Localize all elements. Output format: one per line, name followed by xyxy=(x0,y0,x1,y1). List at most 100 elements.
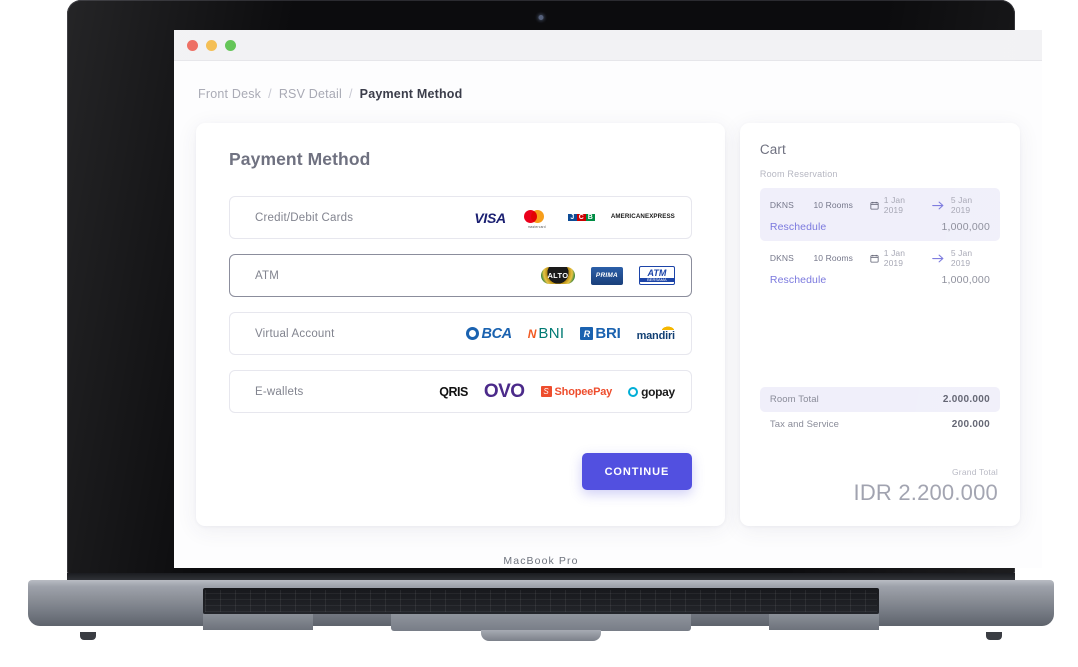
tax-and-service-label: Tax and Service xyxy=(769,419,839,430)
cart-item-code: DKNS xyxy=(769,200,794,210)
cart-item-rooms: 10 Rooms xyxy=(813,253,854,263)
arrow-right-icon xyxy=(932,201,944,210)
cart-item-end-date: 5 Jan 2019 xyxy=(950,195,973,215)
bni-mark: N xyxy=(527,326,537,341)
bni-icon: N BNI xyxy=(528,325,565,342)
calendar-icon xyxy=(870,254,879,263)
payment-option-label: Virtual Account xyxy=(255,327,335,340)
payment-option-label: E-wallets xyxy=(255,385,304,398)
page-columns: Payment Method Credit/Debit Cards VISA m… xyxy=(196,123,1020,526)
shopeepay-wordmark: ShopeePay xyxy=(554,385,613,398)
room-total-label: Room Total xyxy=(769,394,819,405)
ovo-icon: OVO xyxy=(483,380,525,402)
bri-icon: R BRI xyxy=(580,325,621,342)
payment-option-logos: QRIS OVO S ShopeePay gopay xyxy=(439,381,675,403)
amex-line-1: AMERICAN xyxy=(610,213,645,221)
continue-button[interactable]: CONTINUE xyxy=(581,453,692,490)
webcam-icon xyxy=(538,15,544,20)
reschedule-link[interactable]: Reschedule xyxy=(770,274,826,286)
bri-wordmark: BRI xyxy=(595,325,621,342)
prima-icon: PRIMA xyxy=(590,266,623,285)
breadcrumb-separator: / xyxy=(348,87,353,101)
payment-option-virtual-account[interactable]: Virtual Account BCA N BNI R BRI mandiri xyxy=(229,312,692,355)
breadcrumb-separator: / xyxy=(268,87,272,101)
room-total-value: 2.000.000 xyxy=(942,394,990,405)
gopay-wordmark: gopay xyxy=(641,384,675,399)
qris-icon: QRIS xyxy=(439,384,468,399)
mastercard-wordmark: mastercard xyxy=(527,224,546,229)
cart-item-start-date: 1 Jan 2019 xyxy=(883,195,906,215)
breadcrumb-item-rsv-detail[interactable]: RSV Detail xyxy=(279,87,342,101)
mandiri-icon: mandiri xyxy=(636,324,678,342)
laptop-base xyxy=(28,573,1054,641)
payment-option-e-wallets[interactable]: E-wallets QRIS OVO S ShopeePay gopay xyxy=(229,370,692,413)
jcb-letter-j: J xyxy=(567,214,577,221)
alto-icon: ALTO xyxy=(540,267,575,284)
shopeepay-icon: S ShopeePay xyxy=(540,385,613,398)
bca-icon: BCA xyxy=(465,325,513,342)
cart-item-footer: Reschedule 1,000,000 xyxy=(770,221,990,233)
payment-option-logos: BCA N BNI R BRI mandiri xyxy=(465,324,678,342)
cart-section-label: Room Reservation xyxy=(759,169,838,179)
gopay-icon: gopay xyxy=(628,385,675,399)
grand-total-value: IDR 2.200.000 xyxy=(853,480,998,505)
reschedule-link[interactable]: Reschedule xyxy=(770,221,826,233)
bni-wordmark: BNI xyxy=(538,325,565,342)
screenshot-stage: Front Desk / RSV Detail / Payment Method… xyxy=(0,0,1078,667)
atm-bersama-sub: BERSAMA xyxy=(639,278,674,282)
palmrest-left xyxy=(203,614,313,630)
jcb-letter-c: C xyxy=(576,214,586,221)
cart-item-code: DKNS xyxy=(769,253,794,263)
device-label: MacBook Pro xyxy=(503,555,579,567)
laptop-screen: Front Desk / RSV Detail / Payment Method… xyxy=(174,30,1042,568)
page-title: Payment Method xyxy=(229,149,371,169)
cart-item[interactable]: DKNS 10 Rooms 1 Jan 2019 5 Jan 2019 Resc… xyxy=(760,241,1000,294)
payment-option-label: ATM xyxy=(255,269,280,282)
payment-option-logos: VISA mastercard J C B AMERICAN EXPRESS xyxy=(474,208,675,229)
tax-and-service-value: 200.000 xyxy=(951,419,990,430)
laptop-foot-right xyxy=(986,632,1002,640)
cart-title: Cart xyxy=(759,142,786,157)
mandiri-wordmark: mandiri xyxy=(636,330,676,342)
cart-item-rooms: 10 Rooms xyxy=(813,200,854,210)
cart-item-start-date: 1 Jan 2019 xyxy=(883,248,906,268)
payment-option-logos: ALTO PRIMA ATM BERSAMA xyxy=(540,266,675,285)
keyboard xyxy=(203,588,879,614)
cart-item-meta: DKNS 10 Rooms 1 Jan 2019 5 Jan 2019 xyxy=(770,248,990,268)
room-total-row: Room Total 2.000.000 xyxy=(759,387,1000,412)
shopeepay-mark: S xyxy=(540,386,552,397)
cart-panel: Cart Room Reservation DKNS 10 Rooms 1 Ja… xyxy=(739,123,1020,526)
trackpad xyxy=(391,614,691,631)
atm-bersama-icon: ATM BERSAMA xyxy=(638,266,675,285)
palmrest-right xyxy=(769,614,879,630)
window-titlebar xyxy=(174,30,1042,61)
window-close-button[interactable] xyxy=(187,39,198,51)
panel-actions: CONTINUE xyxy=(229,453,692,490)
laptop-body xyxy=(28,580,1054,641)
breadcrumb-item-payment-method: Payment Method xyxy=(359,87,463,101)
amex-line-2: EXPRESS xyxy=(644,213,675,221)
breadcrumb-item-front-desk[interactable]: Front Desk xyxy=(198,87,261,101)
cart-item-end-date: 5 Jan 2019 xyxy=(950,248,973,268)
lid-notch xyxy=(481,630,601,641)
cart-item-meta: DKNS 10 Rooms 1 Jan 2019 5 Jan 2019 xyxy=(770,195,990,215)
american-express-icon: AMERICAN EXPRESS xyxy=(611,214,675,221)
payment-method-panel: Payment Method Credit/Debit Cards VISA m… xyxy=(196,123,725,526)
calendar-icon xyxy=(870,201,879,210)
payment-option-atm[interactable]: ATM ALTO PRIMA ATM BERSAMA xyxy=(229,254,692,297)
cart-item-footer: Reschedule 1,000,000 xyxy=(770,274,990,286)
cart-spacer xyxy=(760,294,1000,387)
visa-icon: VISA xyxy=(474,209,506,226)
breadcrumb: Front Desk / RSV Detail / Payment Method xyxy=(196,87,1020,101)
window-minimize-button[interactable] xyxy=(206,39,217,51)
window-maximize-button[interactable] xyxy=(225,39,236,51)
cart-item-price: 1,000,000 xyxy=(941,221,990,233)
bca-wordmark: BCA xyxy=(481,325,513,342)
jcb-icon: J C B xyxy=(567,208,595,227)
payment-option-credit-debit-cards[interactable]: Credit/Debit Cards VISA mastercard J C B… xyxy=(229,196,692,239)
cart-item-price: 1,000,000 xyxy=(941,274,990,286)
laptop-lid: Front Desk / RSV Detail / Payment Method… xyxy=(67,0,1042,575)
laptop-foot-left xyxy=(80,632,96,640)
tax-and-service-row: Tax and Service 200.000 xyxy=(760,412,1000,437)
cart-item[interactable]: DKNS 10 Rooms 1 Jan 2019 5 Jan 2019 Resc… xyxy=(759,188,1000,241)
